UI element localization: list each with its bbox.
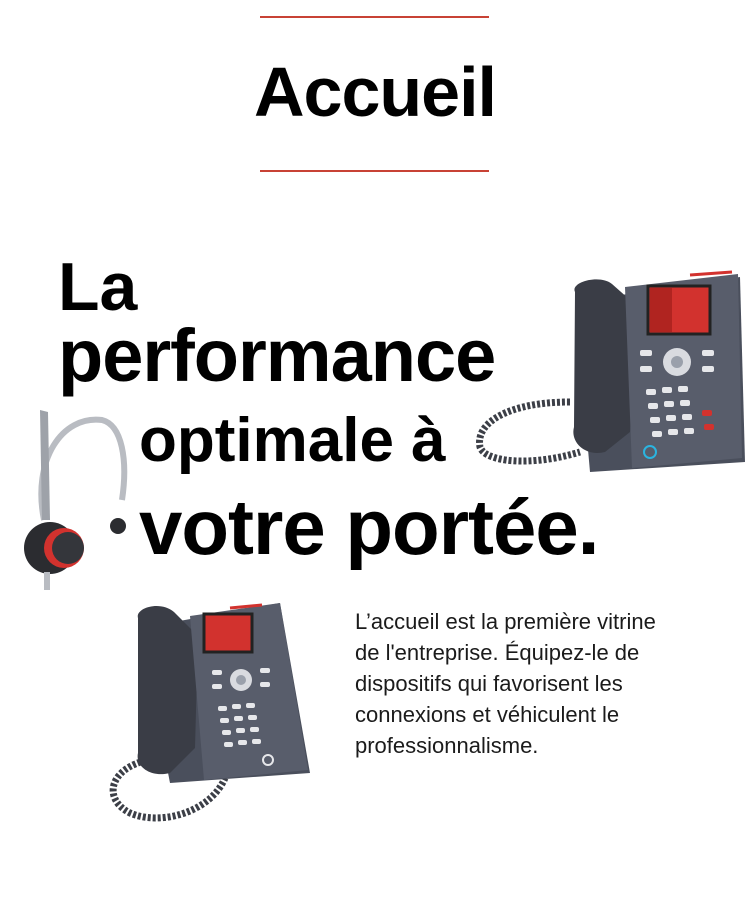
desk-phone-large-icon <box>476 270 745 472</box>
description-text: L’accueil est la première vitrine de l'e… <box>355 609 656 758</box>
hero-line-4: votre portée. <box>139 483 599 571</box>
desk-phone-small-icon <box>109 603 310 822</box>
hero-line-1: La <box>58 249 138 325</box>
page-title: Accueil <box>254 53 497 131</box>
headset-icon <box>24 410 128 590</box>
hero-line-3: optimale à <box>139 406 446 475</box>
title-bottom-rule <box>260 170 489 172</box>
title-top-rule <box>260 16 489 18</box>
hero-line-2: performance <box>58 314 496 397</box>
